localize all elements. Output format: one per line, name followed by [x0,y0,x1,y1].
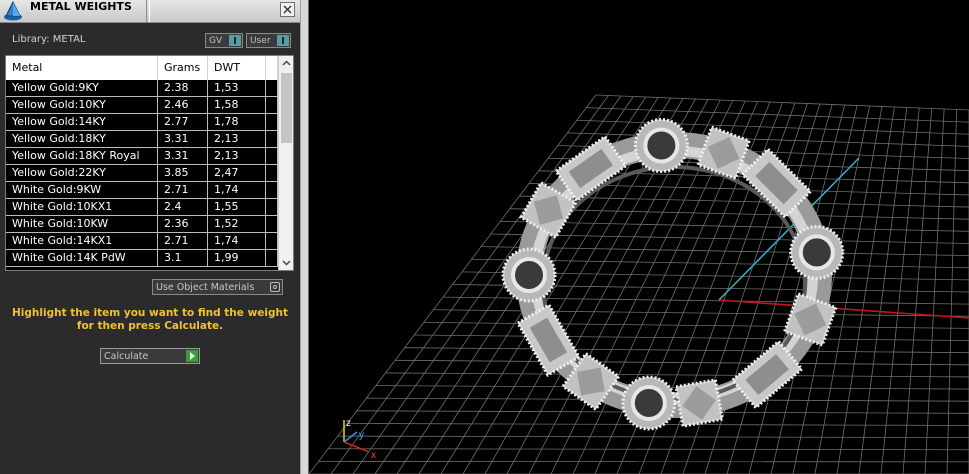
metal-weights-table: Metal Grams DWT Yellow Gold:9KY 2.38 1,53 Y… [5,55,294,271]
metal-weights-panel: METAL WEIGHTS Library: METAL GV User Met… [0,0,300,474]
cell-dwt: 1,53 [208,80,266,97]
3d-viewport[interactable]: z y x [309,0,969,474]
cell-dwt: 2,47 [208,165,266,182]
cell-grams: 3.85 [158,165,208,182]
cell-metal: White Gold:10KW [6,216,158,233]
cell-empty [266,233,278,250]
use-object-materials-button[interactable]: Use Object Materials [152,279,283,295]
cell-metal: Yellow Gold:18KY Royal [6,148,158,165]
table-row[interactable]: Yellow Gold:18KY 3.31 2,13 [6,131,278,148]
axis-gizmo: z y x [343,418,376,461]
cell-dwt: 2,13 [208,131,266,148]
table-row[interactable]: White Gold:9KW 2.71 1,74 [6,182,278,199]
cell-empty [266,80,278,97]
gv-dropdown-button-icon[interactable] [229,35,241,46]
table-body: Yellow Gold:9KY 2.38 1,53 Yellow Gold:10KY 2… [6,80,278,270]
cell-metal: White Gold:14K PdW [6,250,158,267]
window-title: METAL WEIGHTS [30,0,132,13]
title-separator [146,0,150,22]
cell-grams: 3.31 [158,148,208,165]
cell-metal: Yellow Gold:18KY [6,131,158,148]
instruction-text: Highlight the item you want to find the … [12,307,288,332]
cell-empty [266,216,278,233]
column-header-metal[interactable]: Metal [6,56,158,80]
table-scrollbar[interactable] [278,56,294,270]
gv-label: GV [209,36,223,46]
gizmo-z-label: z [346,418,351,429]
cell-dwt: 1,55 [208,199,266,216]
gizmo-x-label: x [371,450,376,461]
table-row[interactable]: Yellow Gold:10KY 2.46 1,58 [6,97,278,114]
scroll-up-icon[interactable] [279,56,294,71]
user-label: User [250,36,271,46]
cell-empty [266,97,278,114]
cell-grams: 2.71 [158,233,208,250]
cell-dwt: 1,52 [208,216,266,233]
cell-metal: White Gold:10KX1 [6,199,158,216]
cell-metal: White Gold:14KX1 [6,233,158,250]
scroll-thumb[interactable] [281,73,292,143]
table-row[interactable]: Yellow Gold:9KY 2.38 1,53 [6,80,278,97]
panel-splitter[interactable] [300,0,309,474]
cell-dwt: 2,13 [208,148,266,165]
table-row[interactable]: Yellow Gold:22KY 3.85 2,47 [6,165,278,182]
user-dropdown[interactable]: User [246,33,291,48]
cell-empty [266,148,278,165]
calculate-button[interactable]: Calculate [100,348,200,364]
cell-grams: 2.36 [158,216,208,233]
cell-dwt: 1,74 [208,233,266,250]
column-header-dwt[interactable]: DWT [208,56,266,80]
play-arrow-icon[interactable] [186,350,198,362]
close-icon [283,5,292,14]
cell-dwt: 1,78 [208,114,266,131]
cell-empty [266,131,278,148]
table-row[interactable]: White Gold:10KW 2.36 1,52 [6,216,278,233]
cell-grams: 3.31 [158,131,208,148]
cell-empty [266,182,278,199]
scroll-down-icon[interactable] [279,255,294,270]
cell-empty [266,199,278,216]
ring-model[interactable] [501,117,845,431]
cell-empty [266,250,278,267]
radio-icon[interactable] [270,282,280,292]
gizmo-y-label: y [359,430,364,441]
cell-grams: 2.77 [158,114,208,131]
cell-metal: Yellow Gold:9KY [6,80,158,97]
library-label: Library: METAL [12,34,86,45]
table-row[interactable]: White Gold:10KX1 2.4 1,55 [6,199,278,216]
cell-metal: Yellow Gold:14KY [6,114,158,131]
cell-empty [266,114,278,131]
column-header-grams[interactable]: Grams [158,56,208,80]
cell-dwt: 1,74 [208,182,266,199]
cell-grams: 3.1 [158,250,208,267]
cell-empty [266,165,278,182]
cell-dwt: 1,58 [208,97,266,114]
calculate-label: Calculate [104,351,149,362]
table-header: Metal Grams DWT [6,56,278,81]
table-row[interactable]: Yellow Gold:18KY Royal 3.31 2,13 [6,148,278,165]
table-row[interactable]: Yellow Gold:14KY 2.77 1,78 [6,114,278,131]
cell-grams: 2.38 [158,80,208,97]
cell-metal: Yellow Gold:22KY [6,165,158,182]
cell-metal: White Gold:9KW [6,182,158,199]
cell-grams: 2.71 [158,182,208,199]
gv-dropdown[interactable]: GV [205,33,243,48]
cell-dwt: 1,99 [208,250,266,267]
table-row[interactable]: White Gold:14KX1 2.71 1,74 [6,233,278,250]
cell-metal: Yellow Gold:10KY [6,97,158,114]
column-header-empty [266,56,278,80]
app-logo-icon [4,0,22,21]
use-object-materials-label: Use Object Materials [156,282,255,293]
cell-grams: 2.46 [158,97,208,114]
table-row[interactable]: White Gold:14K PdW 3.1 1,99 [6,250,278,267]
title-bar[interactable]: METAL WEIGHTS [0,0,300,23]
user-dropdown-button-icon[interactable] [277,35,289,46]
close-button[interactable] [280,2,295,17]
cell-grams: 2.4 [158,199,208,216]
